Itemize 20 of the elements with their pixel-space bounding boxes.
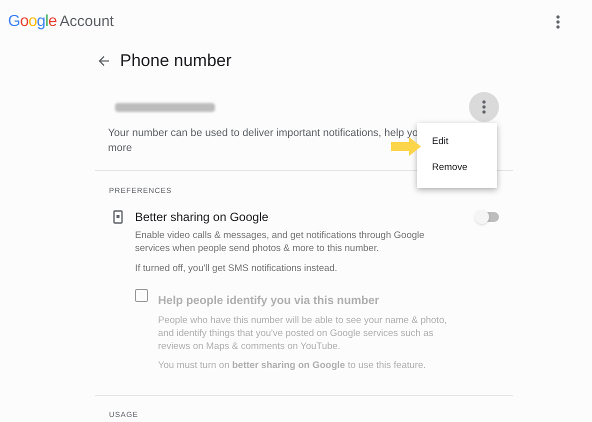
more-options-button[interactable] bbox=[554, 13, 562, 31]
toggle-switch[interactable] bbox=[477, 212, 499, 222]
menu-item[interactable]: Remove bbox=[417, 161, 497, 176]
phone-description: more bbox=[108, 142, 132, 154]
more-vertical-icon bbox=[556, 15, 560, 29]
setting-description: Enable video calls & messages, and get notifications through Google services when people send photos & more to this number. bbox=[135, 229, 426, 256]
setting-note: If turned off, you'll get SMS notifications instead. bbox=[135, 262, 338, 276]
page-title: Phone number bbox=[120, 50, 232, 72]
product-name: Account bbox=[60, 12, 114, 32]
pointer-arrow bbox=[391, 137, 421, 156]
more-vertical-icon bbox=[482, 100, 486, 114]
option-description: People who have this number will be able to see your name & photo, and identify things that you've posted on Google services such as reviews on Maps & comments on YouTube. bbox=[158, 314, 448, 352]
setting-title: Better sharing on Google bbox=[135, 209, 268, 226]
menu-item[interactable]: Edit bbox=[417, 135, 497, 150]
option-title: Help people identify you via this number bbox=[158, 294, 380, 306]
google-logo: Google bbox=[8, 12, 57, 32]
more-options-button[interactable] bbox=[469, 92, 499, 122]
back-arrow-icon[interactable] bbox=[98, 55, 110, 67]
option-note: You must turn on better sharing on Google to use this feature. bbox=[158, 358, 427, 372]
phone-icon bbox=[113, 210, 123, 224]
